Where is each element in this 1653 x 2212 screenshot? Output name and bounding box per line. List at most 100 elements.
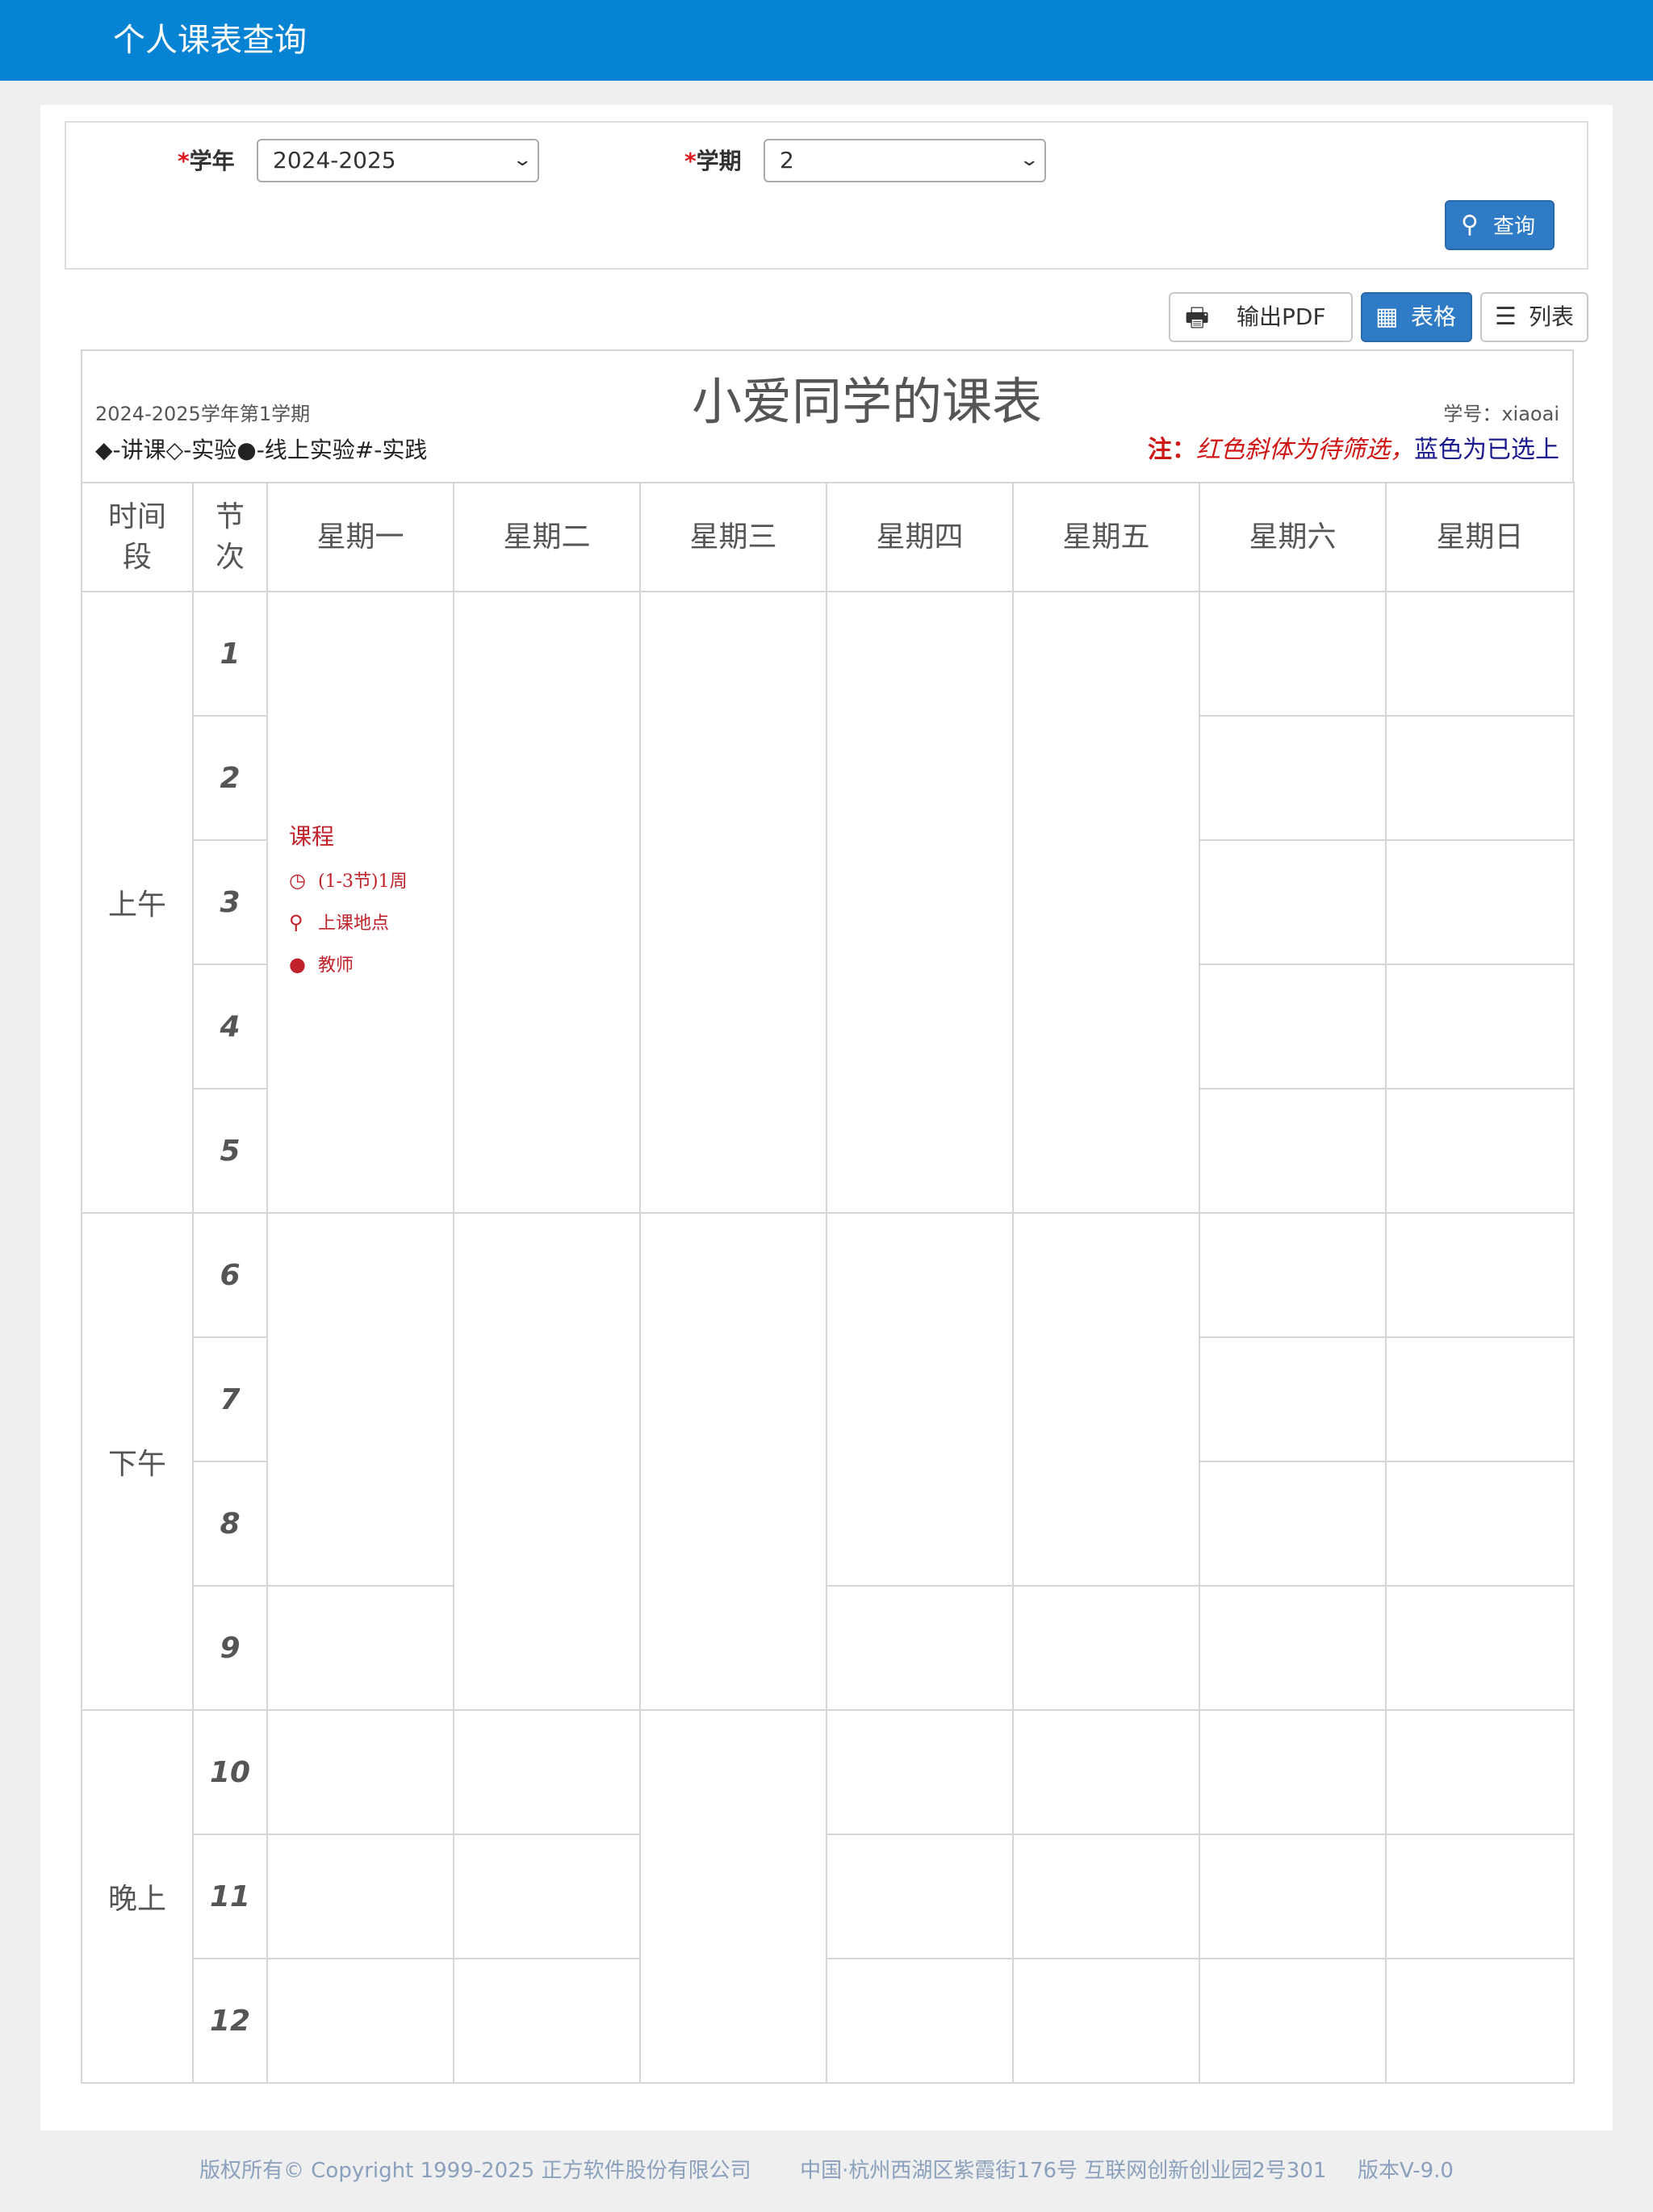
slot-header-text: 节次	[215, 500, 245, 574]
footer-address: 中国·杭州西湖区紫霞街176号 互联网创新创业园2号301	[800, 2159, 1327, 2183]
table-row: 12	[82, 1958, 1575, 2084]
term-select-value: 2	[780, 147, 794, 174]
empty-cell	[1385, 839, 1575, 965]
slot-cell: 9	[192, 1585, 268, 1711]
slot-cell: 4	[192, 964, 268, 1089]
top-bar: 个人课表查询	[0, 0, 1653, 81]
empty-cell	[1385, 964, 1575, 1089]
empty-cell	[1199, 1088, 1387, 1214]
year-label: *学年	[178, 145, 235, 178]
empty-cell	[1385, 1336, 1575, 1462]
empty-cell	[1385, 1585, 1575, 1711]
header-row: 时间段 节次 星期一 星期二 星期三 星期四 星期五 星期六 星期日	[81, 482, 1575, 592]
empty-cell	[1199, 964, 1387, 1089]
empty-cell	[826, 1585, 1014, 1711]
year-select-value: 2024-2025	[273, 147, 396, 174]
term-label-text: 学期	[696, 148, 742, 174]
grid-icon: ▦	[1375, 303, 1399, 331]
table-row: 11	[82, 1834, 1575, 1959]
course-type-legend: ◆-讲课◇-实验●-线上实验#-实践	[95, 437, 428, 463]
day-header: 星期四	[826, 482, 1014, 592]
term-label: *学期	[684, 145, 742, 178]
list-view-button[interactable]: ☰ 列表	[1480, 292, 1588, 342]
printer-icon: 🖶	[1185, 302, 1210, 332]
clock-icon: ◷	[289, 869, 306, 892]
empty-cell	[453, 1212, 641, 1711]
empty-cell	[1199, 715, 1387, 841]
empty-cell	[1012, 1709, 1200, 1835]
empty-cell	[1385, 1461, 1575, 1587]
empty-cell	[1385, 1709, 1575, 1835]
year-select[interactable]: 2024-2025 ⌄	[257, 139, 539, 182]
empty-cell	[639, 1212, 827, 1711]
list-icon: ☰	[1495, 303, 1517, 331]
slot-header: 节次	[192, 482, 268, 592]
course-cell[interactable]: 课程 ◷ (1-3节)1周 ⚲ 上课地点 ● 教师	[266, 591, 454, 1214]
note-separator: ，	[1390, 436, 1414, 464]
empty-cell	[1385, 591, 1575, 717]
map-pin-icon: ⚲	[289, 911, 303, 934]
period-cell: 下午	[81, 1212, 194, 1711]
slot-cell: 1	[192, 591, 268, 717]
empty-cell	[266, 1585, 454, 1711]
search-icon: ⚲	[1461, 211, 1479, 239]
empty-cell	[1012, 591, 1200, 1214]
export-pdf-button[interactable]: 🖶 输出PDF	[1169, 292, 1353, 342]
table-row: 上午 1 课程 ◷ (1-3节)1周 ⚲ 上课地点 ● 教师	[81, 591, 1575, 1214]
empty-cell	[453, 1958, 641, 2084]
timetable-title: 小爱同学的课表	[691, 372, 1042, 431]
empty-cell	[1199, 839, 1387, 965]
empty-cell	[1385, 1088, 1575, 1214]
page-title: 个人课表查询	[113, 22, 307, 59]
empty-cell	[1385, 1958, 1575, 2084]
required-mark: *	[178, 148, 190, 174]
empty-cell	[266, 1834, 454, 1959]
slot-cell: 12	[192, 1958, 268, 2084]
slot-cell: 7	[192, 1336, 268, 1462]
required-mark: *	[684, 148, 697, 174]
grid-view-label: 表格	[1411, 303, 1457, 330]
note-pending: 红色斜体为待筛选	[1196, 436, 1390, 464]
chevron-down-icon: ⌄	[1018, 150, 1040, 170]
period-header: 时间段	[81, 482, 194, 592]
year-label-text: 学年	[189, 148, 235, 174]
empty-cell	[826, 1212, 1014, 1587]
empty-cell	[1199, 1585, 1387, 1711]
footer: 版权所有© Copyright 1999-2025 正方软件股份有限公司 中国·…	[0, 2155, 1653, 2187]
note-prefix: 注：	[1148, 436, 1196, 464]
empty-cell	[266, 1958, 454, 2084]
slot-cell: 11	[192, 1834, 268, 1959]
slot-cell: 8	[192, 1461, 268, 1587]
empty-cell	[1012, 1834, 1200, 1959]
grid-view-button[interactable]: ▦ 表格	[1361, 292, 1472, 342]
empty-cell	[453, 1834, 641, 1959]
export-pdf-label: 输出PDF	[1237, 303, 1326, 330]
day-header: 星期一	[266, 482, 454, 592]
term-select[interactable]: 2 ⌄	[764, 139, 1046, 182]
student-id: 学号：xiaoai	[1443, 403, 1559, 425]
query-button[interactable]: ⚲ 查询	[1445, 200, 1555, 250]
table-row: 晚上 10	[81, 1709, 1575, 2084]
course-location-row: ⚲ 上课地点	[289, 902, 453, 944]
timetable-grid: 时间段 节次 星期一 星期二 星期三 星期四 星期五 星期六 星期日 上午 1 …	[81, 482, 1575, 2084]
day-header: 星期三	[639, 482, 827, 592]
empty-cell	[1199, 1336, 1387, 1462]
empty-cell	[1199, 1958, 1387, 2084]
slot-cell: 3	[192, 839, 268, 965]
empty-cell	[1012, 1212, 1200, 1587]
empty-cell	[453, 591, 641, 1214]
course-time: (1-3节)1周	[318, 872, 408, 892]
empty-cell	[1385, 715, 1575, 841]
course-card: 课程 ◷ (1-3节)1周 ⚲ 上课地点 ● 教师	[268, 818, 453, 986]
empty-cell	[826, 1709, 1014, 1835]
empty-cell	[826, 1958, 1014, 2084]
status-note: 注：红色斜体为待筛选，蓝色为已选上	[1148, 433, 1559, 468]
slot-cell: 2	[192, 715, 268, 841]
table-row: 下午 6	[81, 1212, 1575, 1711]
day-header: 星期二	[453, 482, 641, 592]
day-header: 星期六	[1199, 482, 1387, 592]
period-header-text: 时间段	[107, 500, 166, 574]
empty-cell	[1385, 1834, 1575, 1959]
table-row: 9	[82, 1585, 1575, 1711]
course-time-row: ◷ (1-3节)1周	[289, 860, 453, 902]
